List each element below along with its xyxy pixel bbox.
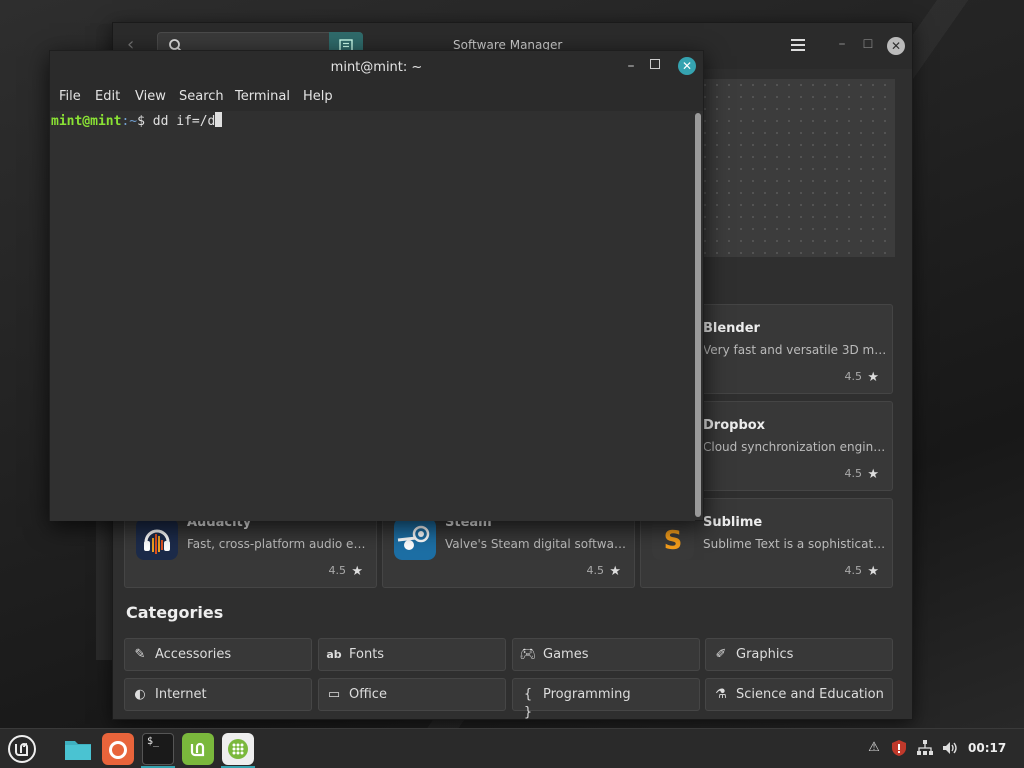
category-programming[interactable]: { } Programming bbox=[512, 678, 700, 720]
app-rating: 4.5 bbox=[844, 370, 863, 383]
app-name: Sublime bbox=[703, 515, 763, 530]
terminal-titlebar[interactable]: mint@mint: ~ – ✕ bbox=[50, 51, 703, 83]
app-rating: 4.5 bbox=[844, 564, 863, 577]
taskbar: $_ ⚠ 00:17 bbox=[0, 728, 1024, 768]
star-icon: ★ bbox=[351, 564, 363, 579]
category-label: Accessories bbox=[155, 647, 232, 662]
close-button[interactable]: ✕ bbox=[887, 37, 905, 55]
app-name: Dropbox bbox=[703, 418, 766, 433]
app-description: Very fast and versatile 3D mod… bbox=[703, 343, 887, 357]
app-description: Valve's Steam digital software … bbox=[445, 537, 629, 551]
star-icon: ★ bbox=[609, 564, 621, 579]
text-cursor bbox=[215, 112, 223, 127]
category-science[interactable]: ⚗ Science and Education bbox=[705, 678, 893, 711]
steam-icon bbox=[394, 518, 436, 560]
menu-search[interactable]: Search bbox=[179, 89, 224, 104]
app-rating: 4.5 bbox=[328, 564, 347, 577]
app-name: Blender bbox=[703, 321, 760, 336]
update-icon[interactable]: ⚠ bbox=[865, 739, 883, 757]
braces-icon: { } bbox=[523, 687, 533, 720]
mintupdate-icon[interactable] bbox=[182, 733, 214, 765]
menu-view[interactable]: View bbox=[135, 89, 166, 104]
categories-heading: Categories bbox=[126, 603, 224, 622]
puzzle-icon: ✎ bbox=[134, 647, 146, 662]
files-icon[interactable] bbox=[62, 733, 94, 765]
star-icon: ★ bbox=[867, 467, 879, 482]
minimize-button[interactable]: – bbox=[833, 35, 851, 53]
app-description: Cloud synchronization engine … bbox=[703, 440, 887, 454]
terminal-title: mint@mint: ~ bbox=[330, 60, 423, 75]
terminal-window[interactable]: mint@mint: ~ – ✕ File Edit View Search T… bbox=[49, 50, 704, 521]
sublime-icon: S bbox=[652, 518, 694, 560]
shield-icon[interactable] bbox=[890, 739, 908, 757]
terminal-prompt-line: mint@mint:~$ dd if=/d bbox=[51, 112, 223, 129]
globe-icon: ◐ bbox=[134, 687, 146, 702]
app-rating: 4.5 bbox=[586, 564, 605, 577]
close-button[interactable]: ✕ bbox=[678, 57, 696, 75]
maximize-button[interactable] bbox=[650, 59, 660, 69]
category-label: Office bbox=[349, 687, 387, 702]
category-label: Graphics bbox=[736, 647, 794, 662]
minimize-button[interactable]: – bbox=[622, 57, 640, 75]
ab-font-icon: ab bbox=[326, 648, 342, 661]
software-manager-icon[interactable] bbox=[222, 733, 254, 765]
category-fonts[interactable]: ab Fonts bbox=[318, 638, 506, 671]
category-label: Games bbox=[543, 647, 589, 662]
category-games[interactable]: 🎮︎ Games bbox=[512, 638, 700, 671]
star-icon: ★ bbox=[867, 370, 879, 385]
category-label: Fonts bbox=[349, 647, 385, 662]
firefox-icon[interactable] bbox=[102, 733, 134, 765]
palette-icon: ✐ bbox=[715, 647, 727, 662]
menu-file[interactable]: File bbox=[59, 89, 81, 104]
flask-icon: ⚗ bbox=[715, 687, 727, 702]
prompt-symbol: $ bbox=[137, 114, 153, 129]
menu-help[interactable]: Help bbox=[303, 89, 333, 104]
category-label: Programming bbox=[543, 687, 631, 702]
terminal-command: dd if=/d bbox=[152, 114, 216, 129]
category-office[interactable]: ▭ Office bbox=[318, 678, 506, 711]
mint-menu-icon[interactable] bbox=[6, 733, 38, 765]
category-graphics[interactable]: ✐ Graphics bbox=[705, 638, 893, 671]
terminal-menubar: File Edit View Search Terminal Help bbox=[50, 83, 703, 111]
presentation-icon: ▭ bbox=[327, 687, 341, 702]
clock[interactable]: 00:17 bbox=[968, 741, 1006, 755]
menu-terminal[interactable]: Terminal bbox=[235, 89, 290, 104]
category-label: Internet bbox=[155, 687, 207, 702]
app-description: Sublime Text is a sophisticated… bbox=[703, 537, 887, 551]
app-rating: 4.5 bbox=[844, 467, 863, 480]
terminal-scrollbar[interactable] bbox=[695, 113, 701, 517]
prompt-user: mint@mint bbox=[51, 114, 122, 129]
terminal-output[interactable]: mint@mint:~$ dd if=/d bbox=[50, 111, 695, 521]
category-accessories[interactable]: ✎ Accessories bbox=[124, 638, 312, 671]
volume-icon[interactable] bbox=[941, 739, 959, 757]
terminal-glyph: $_ bbox=[147, 736, 160, 747]
terminal-icon[interactable]: $_ bbox=[142, 733, 174, 765]
gamepad-icon: 🎮︎ bbox=[519, 647, 537, 662]
category-internet[interactable]: ◐ Internet bbox=[124, 678, 312, 711]
svg-text:S: S bbox=[664, 526, 683, 556]
maximize-button[interactable]: ☐ bbox=[859, 35, 877, 53]
menu-edit[interactable]: Edit bbox=[95, 89, 120, 104]
star-icon: ★ bbox=[867, 564, 879, 579]
hamburger-menu-icon[interactable] bbox=[789, 37, 807, 53]
network-icon[interactable] bbox=[916, 739, 934, 757]
category-label: Science and Education bbox=[736, 687, 884, 702]
app-description: Fast, cross-platform audio editor bbox=[187, 537, 371, 551]
audacity-icon bbox=[136, 518, 178, 560]
prompt-path: :~ bbox=[121, 114, 138, 129]
